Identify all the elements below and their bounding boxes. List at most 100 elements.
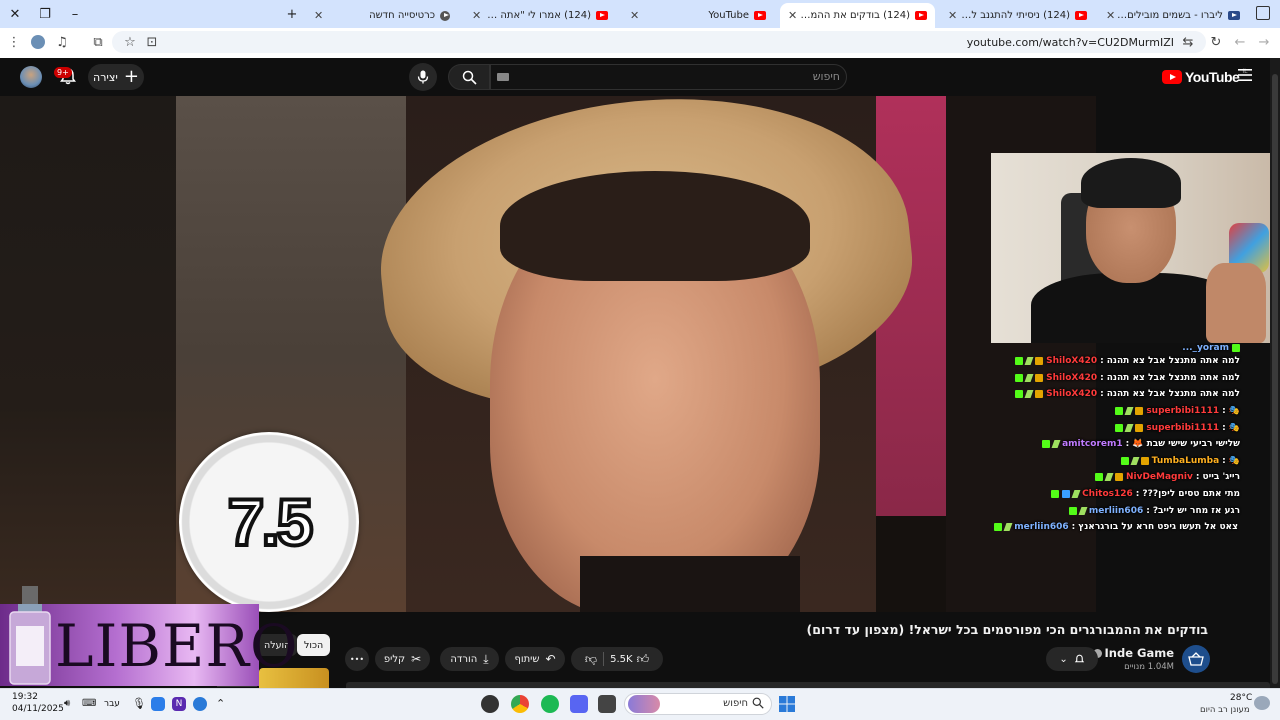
close-tab-icon[interactable]: ✕ — [1106, 9, 1115, 22]
scissors-icon: ✂ — [411, 652, 422, 666]
clock-date[interactable]: 04/11/2025 — [12, 704, 64, 714]
restore-window-icon[interactable]: ❐ — [30, 0, 60, 28]
tab-active-video[interactable]: (124) בודקים את ההמבורגרים ✕ — [780, 3, 935, 28]
profile-icon[interactable] — [28, 32, 48, 52]
tab-libero[interactable]: ליברו - בשמים מובילים לגבר ול ✕ — [1098, 3, 1248, 28]
video-frame-left — [0, 96, 176, 612]
chevron-down-icon: ⌄ — [1059, 653, 1068, 665]
new-tab-button[interactable]: + — [277, 0, 307, 28]
minimize-window-icon[interactable]: – — [60, 0, 90, 28]
channel-name-text: Inde Game — [1104, 646, 1174, 660]
download-button[interactable]: ⤓ הורדה — [440, 647, 499, 671]
close-tab-icon[interactable]: ✕ — [948, 9, 957, 22]
tab-youtube[interactable]: YouTube ✕ — [622, 3, 774, 28]
volume-icon[interactable]: 🔊︎ — [64, 698, 70, 709]
kick-badge-icon — [1015, 374, 1024, 382]
more-options-icon[interactable]: ⋮ — [4, 32, 24, 52]
kick-badge-icon — [1115, 407, 1124, 415]
youtube-favicon-icon — [596, 11, 608, 20]
media-controls-icon[interactable]: ♫ — [52, 32, 72, 52]
clock-time[interactable]: 19:32 — [12, 692, 38, 702]
sword-badge-icon — [1130, 457, 1140, 465]
create-button[interactable]: + יצירה — [88, 64, 144, 90]
edge-tray-icon[interactable] — [151, 697, 165, 711]
subscribed-button[interactable]: ⌄ — [1046, 647, 1098, 671]
dislike-button[interactable]: 👎︎ — [585, 652, 597, 667]
youtube-logo[interactable]: YouTube IL — [1162, 68, 1247, 86]
divider — [603, 652, 605, 666]
chat-username: ShiloX420 — [1046, 356, 1098, 366]
more-actions-button[interactable]: ••• — [345, 647, 369, 671]
url-text[interactable]: youtube.com/watch?v=CU2DMurmIZI — [967, 36, 1174, 49]
tab-search-icon[interactable] — [1256, 6, 1270, 20]
back-icon[interactable]: → — [1254, 32, 1274, 52]
chat-text: רגע אז מחר יש לייב? — [1152, 506, 1240, 516]
onenote-tray-icon[interactable]: N — [172, 697, 186, 711]
taskbar-search-icon — [752, 697, 764, 709]
bell-icon — [1074, 654, 1084, 663]
like-button[interactable]: 👍︎ 5.5K — [610, 652, 649, 667]
chat-username: TumbaLumba — [1151, 456, 1220, 466]
kick-badge-icon — [1015, 390, 1024, 398]
discord-app-icon[interactable] — [570, 695, 588, 713]
microphone-tray-icon[interactable]: 🎙︎ — [132, 697, 146, 710]
kick-badge-icon — [1051, 490, 1060, 498]
close-tab-icon[interactable]: ✕ — [472, 9, 481, 22]
channel-name[interactable]: Inde Game — [1092, 646, 1174, 660]
channel-avatar[interactable] — [1182, 645, 1210, 673]
video-title: בודקים את ההמבורגרים הכי מפורסמים בכל יש… — [806, 622, 1208, 637]
sub-badge-icon — [1035, 357, 1044, 365]
chat-text: מתי אתם טסים ליפן??? — [1142, 489, 1240, 499]
sword-badge-icon — [1024, 390, 1034, 398]
tab-video-1[interactable]: (124) אמרו לי "אתה חי בסרט" ✕ — [464, 3, 616, 28]
video-shirt — [580, 556, 800, 612]
chip-all[interactable]: הכול — [297, 634, 331, 656]
bookmark-star-icon[interactable]: ☆ — [120, 32, 140, 52]
forward-icon[interactable]: ← — [1230, 32, 1250, 52]
like-count: 5.5K — [610, 653, 633, 665]
chat-username: NivDeMagniv — [1125, 472, 1193, 482]
close-tab-icon[interactable]: ✕ — [788, 9, 797, 22]
extensions-icon[interactable]: ⧉ — [88, 32, 108, 52]
search-input[interactable] — [490, 64, 847, 90]
scrollbar-thumb[interactable] — [1272, 74, 1278, 684]
sub-badge-icon — [1035, 390, 1044, 398]
install-app-icon[interactable]: ⊡ — [142, 32, 162, 52]
windows-start-icon[interactable] — [779, 696, 795, 712]
tab-label: (124) בודקים את ההמבורגרים — [797, 10, 910, 21]
voice-search-button[interactable] — [409, 63, 437, 91]
hamburger-menu-icon[interactable] — [1238, 69, 1252, 81]
youtube-favicon-icon — [1075, 11, 1087, 20]
youtube-logo-text: YouTube — [1185, 69, 1240, 85]
obs-app-icon[interactable] — [481, 695, 499, 713]
spotify-app-icon[interactable] — [541, 695, 559, 713]
chat-username: ShiloX420 — [1046, 389, 1098, 399]
close-tab-icon[interactable]: ✕ — [314, 9, 323, 22]
chrome-app-icon[interactable] — [511, 695, 529, 713]
weather-temperature[interactable]: 28°C — [1230, 693, 1252, 703]
sub-badge-icon — [1135, 424, 1144, 432]
basket-logo-icon — [1188, 652, 1204, 666]
close-tab-icon[interactable]: ✕ — [630, 9, 639, 22]
site-settings-icon[interactable]: ⇆ — [1178, 32, 1198, 52]
clip-button[interactable]: ✂ קליפ — [375, 647, 430, 671]
tab-new-tab[interactable]: כרטיסייה חדשה ✕ — [306, 3, 458, 28]
language-indicator[interactable]: עבר — [104, 699, 120, 709]
file-explorer-app-icon[interactable] — [598, 695, 616, 713]
chevron-up-icon[interactable]: ⌃ — [216, 697, 225, 710]
weather-cloud-icon[interactable] — [1254, 696, 1270, 710]
sync-tray-icon[interactable] — [193, 697, 207, 711]
kick-badge-icon — [1115, 424, 1124, 432]
chat-message: רגע אז מחר יש לייב?: merliin606 — [1068, 503, 1240, 519]
reload-icon[interactable]: ↻ — [1206, 32, 1226, 52]
search-button[interactable] — [448, 64, 490, 90]
tab-label: (124) אמרו לי "אתה חי בסרט" — [481, 10, 591, 21]
keyboard-icon[interactable] — [497, 73, 509, 81]
account-avatar[interactable] — [20, 66, 42, 88]
share-button[interactable]: ↶ שיתוף — [505, 647, 565, 671]
close-window-icon[interactable]: ✕ — [0, 0, 30, 28]
tab-video-2[interactable]: (124) ניסיתי להתגנב למדינה ש ✕ — [940, 3, 1095, 28]
weather-description[interactable]: מעונן רב היום — [1200, 705, 1250, 715]
network-icon[interactable]: ⌨ — [82, 698, 96, 709]
kick-badge-icon — [1232, 344, 1240, 352]
